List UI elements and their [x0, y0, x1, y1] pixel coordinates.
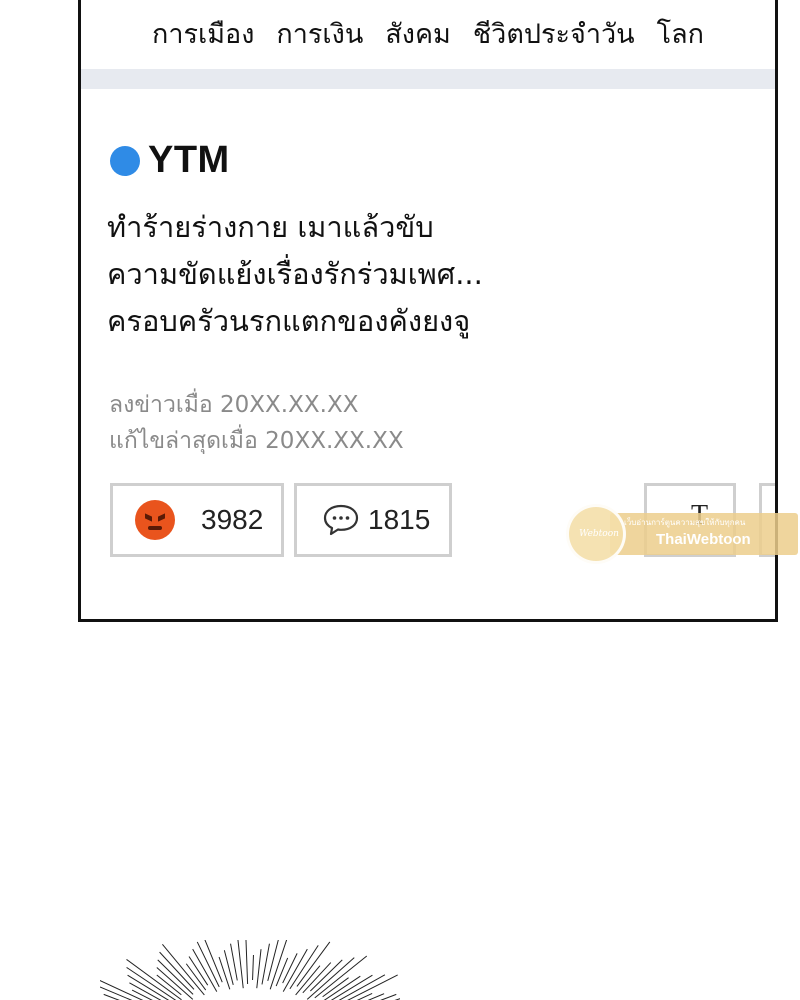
- nav-item-daily-life[interactable]: ชีวิตประจำวัน: [473, 12, 635, 55]
- nav-item-society[interactable]: สังคม: [385, 12, 451, 55]
- nav-item-finance[interactable]: การเงิน: [276, 12, 363, 55]
- watermark-banner: เว็บอ่านการ์ตูนความสุขให้กับทุกคน ThaiWe…: [610, 513, 798, 555]
- comment-count: 1815: [368, 504, 431, 535]
- comment-button[interactable]: 1815: [294, 483, 452, 557]
- article-headline: ทำร้ายร่างกาย เมาแล้วขับ ความขัดแย้งเรื่…: [107, 204, 567, 345]
- nav-item-world[interactable]: โลก: [657, 12, 704, 55]
- headline-line: ความขัดแย้งเรื่องรักร่วมเพศ...: [107, 257, 483, 291]
- section-divider: [81, 69, 775, 89]
- edited-date: แก้ไขล่าสุดเมื่อ 20XX.XX.XX: [109, 428, 404, 454]
- angry-reaction-button[interactable]: 3982: [110, 483, 284, 557]
- speed-lines-decoration: [100, 940, 400, 1000]
- angry-face-icon: [135, 500, 175, 540]
- news-source: YTM: [110, 139, 230, 182]
- nav-item-politics[interactable]: การเมือง: [152, 12, 254, 55]
- watermark-logo: Webtoon: [566, 504, 626, 564]
- watermark-brand: ThaiWebtoon: [656, 531, 751, 548]
- watermark-tagline: เว็บอ่านการ์ตูนความสุขให้กับทุกคน: [624, 518, 746, 527]
- source-name: YTM: [148, 139, 230, 181]
- category-nav: การเมือง การเงิน สังคม ชีวิตประจำวัน โลก: [81, 3, 775, 63]
- article-meta: ลงข่าวเมื่อ 20XX.XX.XX แก้ไขล่าสุดเมื่อ …: [109, 387, 404, 459]
- watermark: เว็บอ่านการ์ตูนความสุขให้กับทุกคน ThaiWe…: [556, 502, 800, 568]
- watermark-logo-text: Webtoon: [579, 529, 619, 539]
- posted-date: ลงข่าวเมื่อ 20XX.XX.XX: [109, 392, 359, 418]
- speech-bubble-icon: [323, 504, 359, 536]
- headline-line: ครอบครัวนรกแตกของคังยงจู: [107, 304, 471, 338]
- source-dot-icon: [110, 145, 140, 176]
- angry-count: 3982: [201, 504, 264, 535]
- headline-line: ทำร้ายร่างกาย เมาแล้วขับ: [107, 210, 434, 244]
